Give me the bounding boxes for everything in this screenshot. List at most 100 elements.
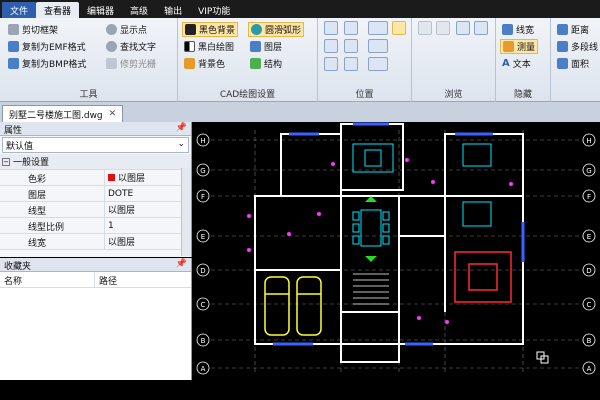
rotate-icon[interactable] <box>324 57 338 71</box>
prop-row-layer[interactable]: 图层 DOTE <box>0 186 191 202</box>
distance-button[interactable]: 距离 <box>555 22 591 37</box>
group-label-position: 位置 <box>355 90 374 100</box>
axis-label-right: E <box>587 233 591 241</box>
zoom-out-icon[interactable] <box>368 39 388 53</box>
pin-icon[interactable]: 📌 <box>176 259 187 270</box>
tab-editor[interactable]: 编辑器 <box>79 2 122 18</box>
background-color-button[interactable]: 背景色 <box>182 56 227 71</box>
properties-header: 属性 📌 <box>0 122 191 136</box>
layers-button[interactable]: 图层 <box>248 39 284 54</box>
clip-frame-button[interactable]: 剪切框架 <box>6 22 60 37</box>
tab-output[interactable]: 输出 <box>156 2 190 18</box>
bg-color-label: 背景色 <box>198 60 226 70</box>
axis-label-left: H <box>200 137 205 145</box>
measure-button[interactable]: 测量 <box>500 39 539 54</box>
tab-viewer[interactable]: 查看器 <box>36 2 80 18</box>
find-text-button[interactable]: 查找文字 <box>104 39 158 54</box>
open-folder-icon[interactable] <box>474 21 488 35</box>
back-arrow-icon[interactable] <box>418 21 432 35</box>
menu-tab-bar: 文件 查看器 编辑器 高级 输出 VIP功能 <box>0 0 600 18</box>
prop-row-linetype[interactable]: 线型 以图层 <box>0 202 191 218</box>
axis-label-right: A <box>587 365 592 373</box>
axis-label-left: A <box>201 365 206 373</box>
prop-row-linewidth[interactable]: 线宽 以图层 <box>0 234 191 250</box>
view-3d-icon[interactable] <box>368 57 388 71</box>
zoom-extents-icon[interactable] <box>344 21 358 35</box>
line-width-button[interactable]: 线宽 <box>500 22 536 37</box>
fit-icon[interactable] <box>344 39 358 53</box>
pan-hand-icon[interactable] <box>392 21 406 35</box>
bw-drawing-button[interactable]: 黑白绘图 <box>182 39 236 54</box>
properties-dropdown[interactable]: 默认值 ⌄ <box>2 137 189 153</box>
properties-scrollbar[interactable] <box>181 168 191 256</box>
measure-label: 测量 <box>517 43 536 53</box>
beds <box>462 143 492 227</box>
cursor-icon <box>536 351 549 364</box>
ribbon-group-cad-settings: 黑色背景 黑白绘图 背景色 圆滑弧形 图层 结构 CAD绘图设置 <box>178 18 318 102</box>
drawing-canvas[interactable]: H G F E D C B A H G F E D C B A <box>193 122 600 380</box>
ribbon: 剪切框架 复制为EMF格式 复制为BMP格式 显示点 查找文字 修剪光栅 工具 … <box>0 18 600 102</box>
area-button[interactable]: 面积 <box>555 56 591 71</box>
axis-label-left: G <box>200 167 205 175</box>
tab-file[interactable]: 文件 <box>2 2 37 18</box>
polyline-button[interactable]: 多段线 <box>555 39 600 54</box>
dropdown-value: 默认值 <box>6 142 34 152</box>
favorites-header: 收藏夹 📌 <box>0 258 191 272</box>
distance-label: 距离 <box>571 26 590 36</box>
pin-icon[interactable]: 📌 <box>176 123 187 134</box>
prop-value: 以图层 <box>104 234 191 249</box>
axis-label-right: H <box>586 137 591 145</box>
axis-label-left: E <box>201 233 205 241</box>
trim-raster-button[interactable]: 修剪光栅 <box>104 56 158 71</box>
copy-emf-button[interactable]: 复制为EMF格式 <box>6 39 88 54</box>
polyline-icon <box>557 41 568 52</box>
zoom-prev-icon[interactable] <box>324 39 338 53</box>
zoom-in-icon[interactable] <box>368 21 388 35</box>
show-points-button[interactable]: 显示点 <box>104 22 149 37</box>
group-label-tools: 工具 <box>79 90 98 100</box>
palette-icon <box>184 58 195 69</box>
black-background-button[interactable]: 黑色背景 <box>182 22 239 37</box>
section-general[interactable]: − 一般设置 <box>0 154 191 170</box>
find-text-label: 查找文字 <box>120 43 157 53</box>
search-icon <box>106 41 117 52</box>
copy-bmp-button[interactable]: 复制为BMP格式 <box>6 56 88 71</box>
tab-vip[interactable]: VIP功能 <box>190 2 238 18</box>
show-points-label: 显示点 <box>120 26 148 36</box>
black-bg-label: 黑色背景 <box>199 26 236 36</box>
arc-icon <box>251 24 262 35</box>
collapse-icon[interactable]: − <box>2 157 10 166</box>
dimension-dots <box>247 158 513 324</box>
mirror-icon[interactable] <box>344 57 358 71</box>
sofa-set <box>454 251 512 303</box>
text-icon: A <box>502 58 510 69</box>
column-header-path[interactable]: 路径 <box>94 272 191 287</box>
structure-button[interactable]: 结构 <box>248 56 284 71</box>
forward-arrow-icon[interactable] <box>436 21 450 35</box>
line-width-icon <box>502 24 513 35</box>
chevron-down-icon: ⌄ <box>177 139 185 149</box>
close-icon[interactable]: ✕ <box>109 109 117 119</box>
prop-key: 线型 <box>28 207 47 217</box>
green-marks <box>365 196 377 262</box>
text-label: 文本 <box>512 60 531 70</box>
stairs <box>353 273 389 305</box>
axis-label-right: B <box>587 337 592 345</box>
prop-value: 1 <box>104 218 191 233</box>
column-header-name[interactable]: 名称 <box>0 272 94 287</box>
prop-value: 以图层 <box>104 170 191 185</box>
prop-row-color[interactable]: 色彩 以图层 <box>0 170 191 186</box>
zoom-window-icon[interactable] <box>324 21 338 35</box>
area-icon <box>557 58 568 69</box>
tab-advanced[interactable]: 高级 <box>122 2 156 18</box>
axis-label-right: G <box>586 167 591 175</box>
color-swatch <box>108 174 115 181</box>
copy-emf-label: 复制为EMF格式 <box>22 43 86 53</box>
prop-row-linescale[interactable]: 线型比例 1 <box>0 218 191 234</box>
clip-frame-label: 剪切框架 <box>22 26 59 36</box>
refresh-icon[interactable] <box>456 21 470 35</box>
document-tab[interactable]: 别墅二号楼施工图.dwg ✕ <box>2 105 124 122</box>
prop-key: 图层 <box>28 191 47 201</box>
smooth-arc-button[interactable]: 圆滑弧形 <box>248 22 305 37</box>
text-button[interactable]: A 文本 <box>500 56 533 71</box>
